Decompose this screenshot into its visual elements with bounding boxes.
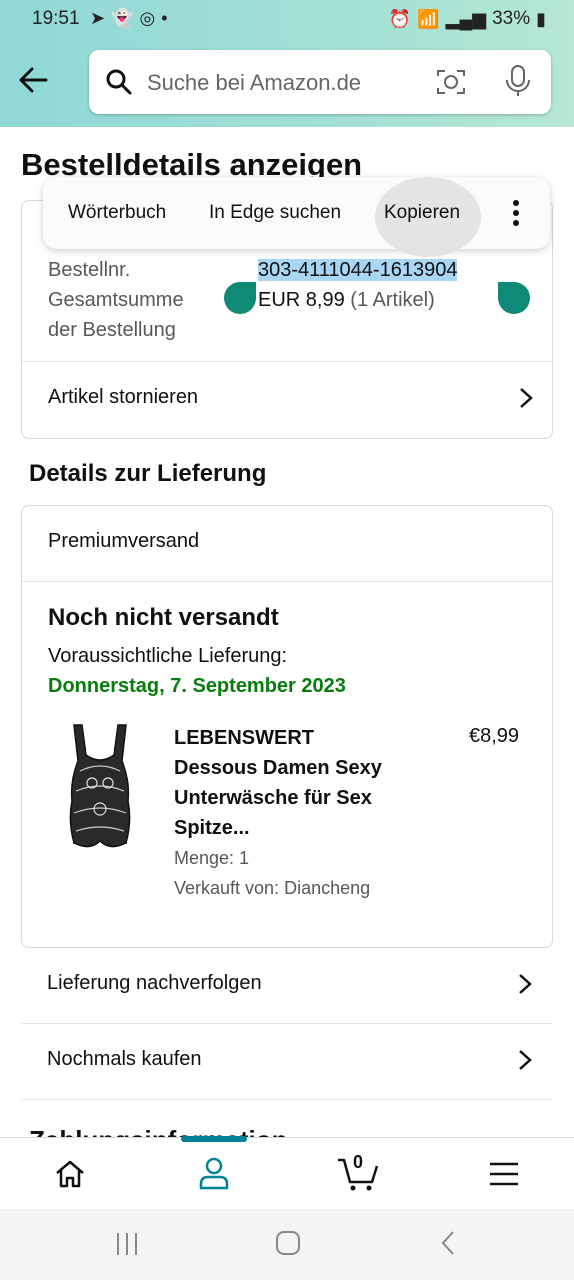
search-placeholder: Suche bei Amazon.de <box>147 70 362 95</box>
camera-scan-icon[interactable] <box>435 66 467 98</box>
order-number-value[interactable]: 303-4111044-1613904 <box>258 259 458 281</box>
cart-count: 0 <box>353 1152 364 1172</box>
search-icon <box>106 69 132 95</box>
back-button-icon[interactable] <box>438 1229 458 1257</box>
divider <box>22 581 552 582</box>
selection-handle-end[interactable] <box>498 282 530 314</box>
menu-item-copy[interactable]: Kopieren <box>384 202 460 224</box>
chevron-right-icon <box>519 974 532 994</box>
text-selection-menu: Wörterbuch In Edge suchen Kopieren <box>43 177 550 257</box>
status-time: 19:51 <box>32 8 80 29</box>
whatsapp-icon: ◎ <box>139 8 156 28</box>
order-total-label-line1: Gesamtsumme <box>48 289 184 311</box>
shipment-status: Noch nicht versandt <box>48 604 279 631</box>
bottom-navigation: 0 <box>0 1136 574 1209</box>
cancel-item-label: Artikel stornieren <box>48 386 199 408</box>
cancel-item-row[interactable]: Artikel stornieren <box>22 362 552 438</box>
order-total-label-line2: der Bestellung <box>48 319 176 341</box>
chevron-right-icon <box>520 388 533 408</box>
order-total-items: (1 Artikel) <box>350 289 435 311</box>
app-header: 19:51 ➤ 👻 ◎ • ⏰ 📶 ▂▄▆ 33% ▮ Suche bei Am… <box>0 0 574 127</box>
back-arrow-icon[interactable] <box>16 62 52 98</box>
expected-delivery-label: Voraussichtliche Lieferung: <box>48 645 288 667</box>
product-seller: Verkauft von: Diancheng <box>174 878 371 898</box>
order-total-value: EUR 8,99 <box>258 289 345 311</box>
menu-item-dictionary[interactable]: Wörterbuch <box>68 202 166 224</box>
track-delivery-row[interactable]: Lieferung nachverfolgen <box>21 948 553 1024</box>
account-icon[interactable] <box>198 1156 230 1190</box>
dot-icon: • <box>161 8 168 28</box>
alarm-icon: ⏰ <box>388 8 412 29</box>
product-image[interactable] <box>60 721 140 856</box>
payment-section-title: Zahlungsinformation <box>29 1120 288 1138</box>
product-quantity: Menge: 1 <box>174 848 250 868</box>
battery-icon: ▮ <box>536 8 546 29</box>
order-number-label: Bestellnr. <box>48 259 131 281</box>
track-delivery-label: Lieferung nachverfolgen <box>47 972 262 994</box>
microphone-icon[interactable] <box>503 64 533 98</box>
delivery-card: Premiumversand Noch nicht versandt Vorau… <box>21 505 553 948</box>
wifi-icon: 📶 <box>417 8 440 29</box>
status-bar: 19:51 ➤ 👻 ◎ • ⏰ 📶 ▂▄▆ 33% ▮ <box>0 0 574 40</box>
delivery-section-title: Details zur Lieferung <box>29 460 267 487</box>
active-tab-indicator <box>181 1136 247 1142</box>
product-price: €8,99 <box>469 725 520 747</box>
home-button-icon[interactable] <box>274 1229 302 1257</box>
home-icon[interactable] <box>54 1158 86 1190</box>
buy-again-row[interactable]: Nochmals kaufen <box>21 1024 553 1100</box>
product-title-line: Spitze... <box>174 817 250 839</box>
product-title[interactable]: LEBENSWERT Dessous Damen Sexy Unterwäsch… <box>174 723 424 843</box>
shipping-method: Premiumversand <box>48 530 200 552</box>
product-title-line: Dessous Damen Sexy <box>174 757 382 779</box>
telegram-icon: ➤ <box>90 8 106 28</box>
menu-item-search-in-edge[interactable]: In Edge suchen <box>209 202 341 224</box>
more-options-icon[interactable] <box>513 199 519 227</box>
product-title-line: Unterwäsche für Sex <box>174 787 372 809</box>
signal-icon: ▂▄▆ <box>445 8 487 29</box>
search-input[interactable]: Suche bei Amazon.de <box>89 50 551 114</box>
menu-icon[interactable] <box>489 1162 519 1186</box>
system-navigation-bar <box>0 1209 574 1280</box>
battery-percent: 33% <box>492 8 531 29</box>
chevron-right-icon <box>519 1050 532 1070</box>
recent-apps-icon[interactable] <box>114 1231 140 1257</box>
order-values: 303-4111044-1613904 EUR 8,99 (1 Artikel) <box>258 255 458 315</box>
product-title-line: LEBENSWERT <box>174 727 314 749</box>
selection-handle-start[interactable] <box>224 282 256 314</box>
order-labels: Bestellnr. Gesamtsumme der Bestellung <box>48 255 184 345</box>
buy-again-label: Nochmals kaufen <box>47 1048 202 1070</box>
snapchat-icon: 👻 <box>111 8 134 28</box>
expected-delivery-date: Donnerstag, 7. September 2023 <box>48 675 346 697</box>
